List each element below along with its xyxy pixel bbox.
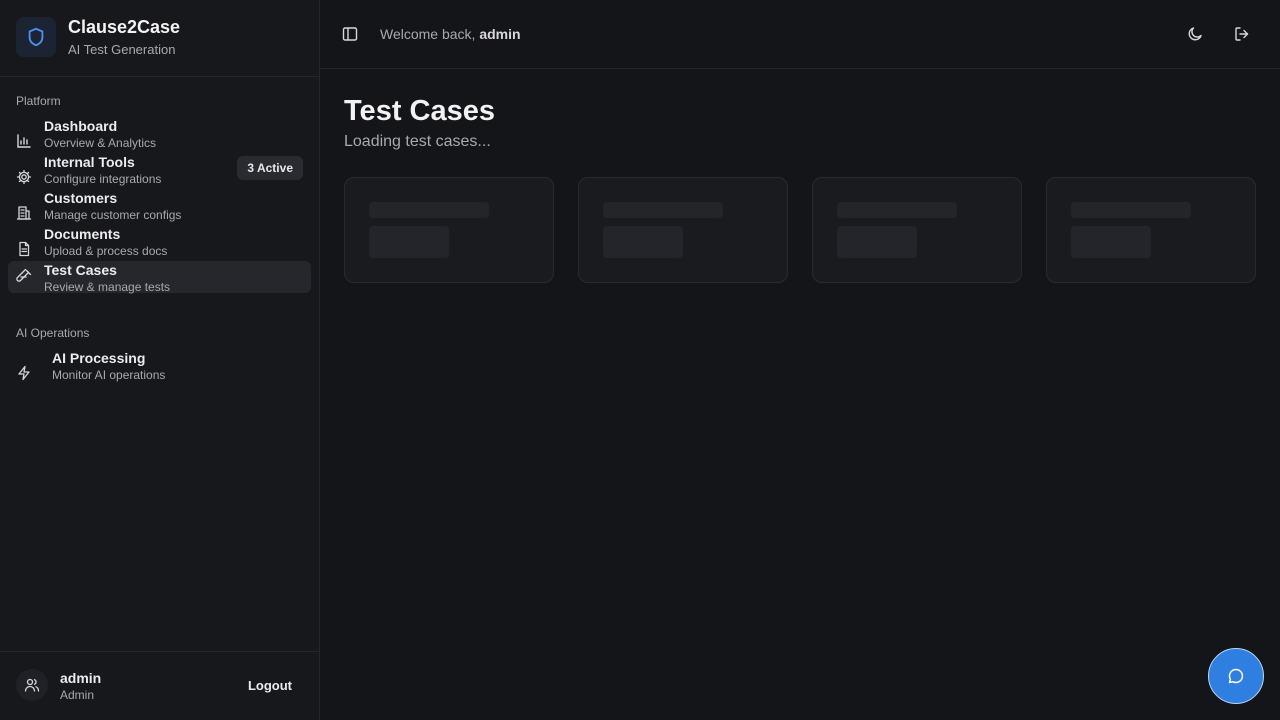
users-icon	[24, 678, 40, 692]
skeleton-card	[578, 177, 788, 283]
page-title: Test Cases	[344, 95, 495, 127]
sidebar-item-title: Customers	[44, 190, 118, 206]
sidebar-item-subtitle: Configure integrations	[44, 172, 162, 186]
section-label-ai-operations: AI Operations	[16, 326, 90, 340]
document-icon	[19, 241, 30, 257]
section-label-platform: Platform	[16, 94, 61, 108]
skeleton-block	[837, 226, 917, 258]
welcome-message: Welcome back, admin	[380, 24, 521, 44]
skeleton-line	[369, 202, 489, 218]
skeleton-block	[369, 226, 449, 258]
sign-out-icon[interactable]	[1233, 25, 1251, 43]
sidebar: Clause2Case AI Test Generation Platform …	[0, 0, 320, 720]
sidebar-item-test-cases[interactable]: Test Cases Review & manage tests	[8, 261, 311, 294]
bar-chart-icon	[17, 134, 31, 148]
sidebar-item-title: Internal Tools	[44, 154, 135, 170]
brand-subtitle: AI Test Generation	[68, 42, 176, 57]
sidebar-toggle-icon[interactable]	[340, 24, 360, 44]
chat-button[interactable]	[1208, 648, 1264, 704]
sidebar-item-subtitle: Monitor AI operations	[52, 368, 166, 382]
sidebar-item-title: Dashboard	[44, 118, 118, 134]
skeleton-line	[1071, 202, 1191, 218]
skeleton-card	[344, 177, 554, 283]
skeleton-block	[603, 226, 683, 258]
avatar	[16, 669, 48, 701]
sidebar-item-subtitle: Overview & Analytics	[44, 136, 157, 150]
skeleton-line	[603, 202, 723, 218]
status-badge: 3 Active	[237, 156, 303, 180]
lightning-icon	[18, 365, 30, 381]
skeleton-card	[812, 177, 1022, 283]
sidebar-divider	[0, 76, 319, 77]
logout-button[interactable]: Logout	[238, 672, 302, 700]
page-subtitle: Loading test cases...	[344, 133, 491, 150]
sidebar-item-title: AI Processing	[52, 350, 146, 366]
topbar: Welcome back, admin	[320, 0, 1280, 69]
building-icon	[16, 206, 32, 220]
sidebar-item-subtitle: Manage customer configs	[44, 208, 182, 222]
welcome-prefix: Welcome back,	[380, 26, 476, 42]
sidebar-item-ai-processing[interactable]: AI Processing Monitor AI operations	[8, 350, 311, 389]
test-tube-icon	[16, 269, 32, 282]
sidebar-item-title: Test Cases	[44, 262, 117, 278]
skeleton-line	[837, 202, 957, 218]
user-role: Admin	[60, 688, 95, 702]
shield-icon	[16, 17, 56, 57]
skeleton-card	[1046, 177, 1256, 283]
sidebar-item-subtitle: Upload & process docs	[44, 244, 168, 258]
chat-bubble-icon	[1228, 668, 1244, 684]
sidebar-item-subtitle: Review & manage tests	[44, 280, 171, 294]
moon-icon[interactable]	[1186, 25, 1204, 43]
sidebar-item-title: Documents	[44, 226, 121, 242]
brand-name: Clause2Case	[68, 17, 181, 37]
user-name: admin	[60, 670, 102, 686]
skeleton-block	[1071, 226, 1151, 258]
welcome-username: admin	[479, 26, 521, 42]
gear-icon	[16, 169, 32, 185]
user-divider	[0, 651, 319, 652]
brand[interactable]: Clause2Case AI Test Generation	[16, 16, 180, 58]
